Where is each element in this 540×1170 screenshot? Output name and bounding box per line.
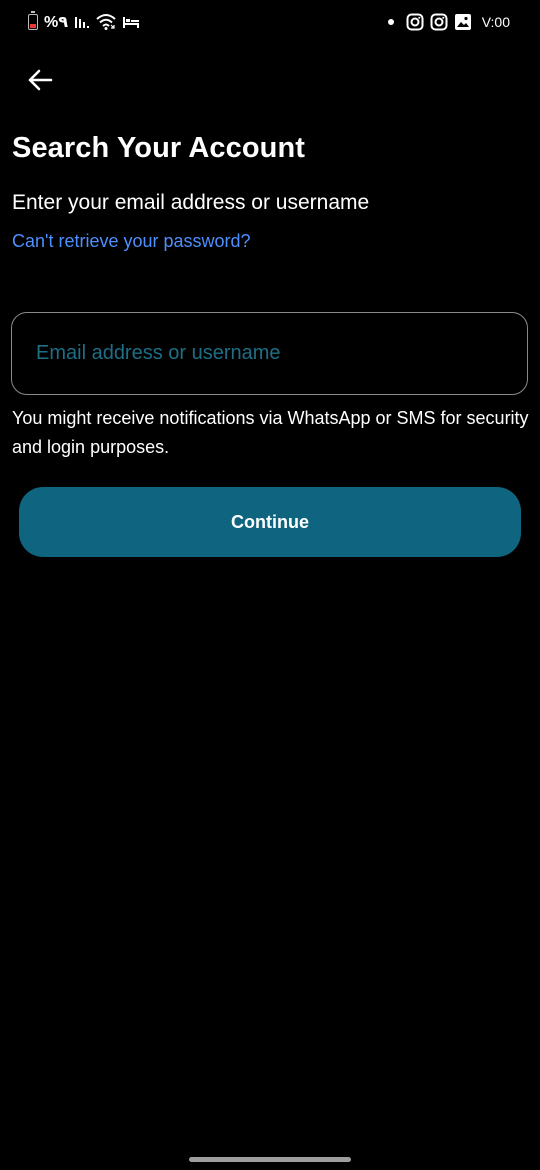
email-username-field-container[interactable]	[11, 312, 528, 395]
instagram-icon	[406, 13, 424, 31]
gallery-icon	[454, 13, 472, 31]
wifi-icon	[96, 13, 116, 31]
page-subtitle: Enter your email address or username	[12, 191, 370, 214]
battery-percent: %٩	[44, 14, 68, 31]
page-title: Search Your Account	[12, 132, 306, 164]
continue-button[interactable]: Continue	[19, 487, 521, 557]
battery-icon	[28, 11, 38, 30]
back-button[interactable]	[22, 62, 58, 98]
home-indicator[interactable]	[189, 1157, 351, 1162]
clock: V:00	[481, 14, 510, 30]
status-bar: %٩ V:00	[0, 0, 540, 44]
email-username-input[interactable]	[36, 313, 506, 393]
arrow-left-icon	[27, 69, 53, 91]
bed-icon	[122, 14, 140, 30]
status-bar-left: %٩	[28, 11, 140, 33]
notification-notice: You might receive notifications via What…	[12, 408, 529, 457]
status-bar-right: V:00	[387, 11, 510, 33]
dot-icon	[387, 19, 394, 25]
signal-icon	[74, 14, 90, 30]
instagram-icon	[430, 13, 448, 31]
cant-retrieve-password-link[interactable]: Can't retrieve your password?	[12, 231, 251, 252]
